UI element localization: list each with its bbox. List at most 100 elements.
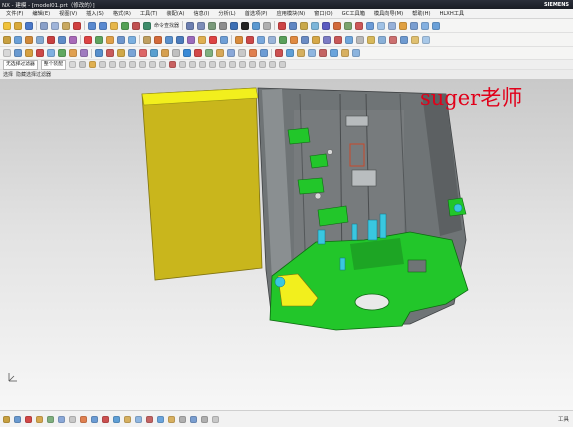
pocket-mold-icon[interactable] <box>216 49 224 57</box>
orient-view-icon[interactable] <box>252 21 261 30</box>
deviation-icon[interactable] <box>355 21 364 30</box>
menu-assembly[interactable]: 装配(A) <box>166 10 184 17</box>
delete-icon[interactable] <box>73 21 81 30</box>
command-finder-label[interactable]: 命令查找器 <box>154 22 179 29</box>
menu-insert[interactable]: 插入(S) <box>86 10 104 17</box>
move-face-icon[interactable] <box>198 35 206 44</box>
studio-surface-icon[interactable] <box>312 35 320 44</box>
snap-end-icon[interactable] <box>99 61 106 68</box>
select-icon[interactable] <box>3 49 11 57</box>
sub-insert-icon[interactable] <box>150 49 158 57</box>
menu-gc-toolkit[interactable]: GC工具箱 <box>342 10 365 17</box>
view-manager-icon[interactable] <box>249 49 257 57</box>
fillet-icon[interactable] <box>102 415 109 423</box>
moldbase-icon[interactable] <box>106 49 114 57</box>
snap-quadrant-icon[interactable] <box>129 61 136 68</box>
extract-icon[interactable] <box>257 35 265 44</box>
move-component-icon[interactable] <box>399 21 408 30</box>
snap-on-curve-icon[interactable] <box>229 61 236 68</box>
edge-blend-icon[interactable] <box>143 35 151 44</box>
sketch-icon[interactable] <box>3 415 10 423</box>
zoom-icon[interactable] <box>197 21 206 30</box>
snap-face-icon[interactable] <box>159 61 166 68</box>
snap-bounded-icon[interactable] <box>179 61 186 68</box>
delete-face-icon[interactable] <box>209 35 217 44</box>
menu-hlxh-tools[interactable]: HLXH工具 <box>440 10 465 17</box>
cut-icon[interactable] <box>40 21 48 30</box>
arc-tool-icon[interactable] <box>157 415 164 423</box>
show-hide-icon[interactable] <box>132 21 140 30</box>
undo-icon[interactable] <box>88 21 96 30</box>
pattern-icon[interactable] <box>235 35 243 44</box>
n-sided-icon[interactable] <box>345 35 353 44</box>
project-curve-icon[interactable] <box>58 415 65 423</box>
delete-files-icon[interactable] <box>260 49 268 57</box>
datum-axis-icon[interactable] <box>367 35 375 44</box>
background-icon[interactable] <box>263 21 272 30</box>
copy-icon[interactable] <box>51 21 59 30</box>
menu-analysis[interactable]: 分析(L) <box>218 10 235 17</box>
type-filter-dropdown[interactable]: 无选择过滤器 <box>3 59 38 70</box>
check-wall-icon[interactable] <box>286 49 294 57</box>
quick-trim-icon[interactable] <box>80 415 87 423</box>
snap-perpendicular-icon[interactable] <box>279 61 286 68</box>
measure-icon[interactable] <box>333 21 342 30</box>
rotate-icon[interactable] <box>208 21 217 30</box>
flow-icon[interactable] <box>330 49 338 57</box>
constraint-icon[interactable] <box>25 415 32 423</box>
start-icon[interactable] <box>110 21 118 30</box>
arc-icon[interactable] <box>411 35 419 44</box>
ruler-icon[interactable] <box>341 49 349 57</box>
mold-analysis-icon[interactable] <box>297 49 305 57</box>
point-tool-icon[interactable] <box>179 415 186 423</box>
yellow-workpiece[interactable] <box>141 87 263 281</box>
hide-icon[interactable] <box>300 21 309 30</box>
snap-tangent-icon[interactable] <box>249 61 256 68</box>
mold-tools-icon[interactable] <box>80 49 88 57</box>
circle-icon[interactable] <box>146 415 153 423</box>
gate-icon[interactable] <box>161 49 169 57</box>
open-folder-icon[interactable] <box>14 21 22 30</box>
snap-mid-icon[interactable] <box>109 61 116 68</box>
wave-icon[interactable] <box>432 21 441 30</box>
trim-body-icon[interactable] <box>117 35 125 44</box>
workpiece-icon[interactable] <box>47 49 55 57</box>
fit-view-icon[interactable] <box>186 21 195 30</box>
menu-view[interactable]: 视图(V) <box>59 10 77 17</box>
shell-icon[interactable] <box>165 35 173 44</box>
snap-grid-icon[interactable] <box>212 415 219 423</box>
menu-file[interactable]: 文件(F) <box>6 10 23 17</box>
split-body-icon[interactable] <box>128 35 136 44</box>
analysis-icon[interactable] <box>344 21 353 30</box>
polygon-icon[interactable] <box>124 415 131 423</box>
studio-spline-icon[interactable] <box>190 415 197 423</box>
intersect-icon[interactable] <box>106 35 114 44</box>
snap-parallel-icon[interactable] <box>269 61 276 68</box>
snap-center-icon[interactable] <box>119 61 126 68</box>
unite-icon[interactable] <box>84 35 92 44</box>
menu-info[interactable]: 信息(I) <box>193 10 209 17</box>
casting-process-icon[interactable] <box>308 49 316 57</box>
spline-icon[interactable] <box>422 35 430 44</box>
bom-icon[interactable] <box>227 49 235 57</box>
line-icon[interactable] <box>400 35 408 44</box>
snap-normal-icon[interactable] <box>259 61 266 68</box>
draft-icon[interactable] <box>176 35 184 44</box>
snap-point-icon[interactable] <box>89 61 96 68</box>
menu-mold-wizard[interactable]: 模具向导(M) <box>374 10 403 17</box>
line-tool-icon[interactable] <box>168 415 175 423</box>
offset-face-icon[interactable] <box>187 35 195 44</box>
sew-icon[interactable] <box>279 35 287 44</box>
deselect-icon[interactable] <box>79 61 86 68</box>
view-section-icon[interactable] <box>311 21 320 30</box>
through-curves-icon[interactable] <box>301 35 309 44</box>
shaded-icon[interactable] <box>230 21 239 30</box>
standard-part-icon[interactable] <box>117 49 125 57</box>
profile-icon[interactable] <box>14 415 21 423</box>
mirror-feature-icon[interactable] <box>246 35 254 44</box>
menu-edit[interactable]: 编辑(E) <box>32 10 50 17</box>
layer-icon[interactable] <box>121 21 129 30</box>
mold-csys-icon[interactable] <box>25 49 33 57</box>
array-icon[interactable] <box>410 21 419 30</box>
trim-mold-icon[interactable] <box>205 49 213 57</box>
